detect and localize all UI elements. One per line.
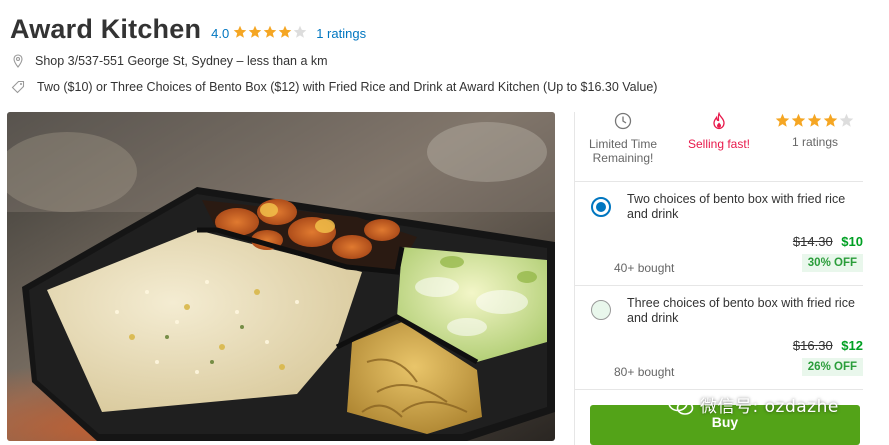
option-name: Two choices of bento box with fried rice… bbox=[627, 192, 846, 221]
bought-count: 80+ bought bbox=[614, 365, 675, 379]
merchant-title: Award Kitchen bbox=[10, 14, 202, 44]
sale-price: $12 bbox=[841, 338, 863, 353]
discount-badge: 26% OFF bbox=[801, 358, 863, 376]
bento-box-image bbox=[7, 112, 555, 441]
option-price: $14.30 $10 bbox=[793, 234, 863, 249]
deal-header: Award Kitchen 4.0 1 ratings bbox=[10, 14, 366, 45]
stat-rating: 1 ratings bbox=[767, 112, 863, 174]
divider bbox=[575, 389, 863, 390]
option-radio-selected[interactable] bbox=[591, 197, 611, 217]
deal-photo[interactable] bbox=[7, 112, 555, 441]
deal-option-three-choices[interactable]: Three choices of bento box with fried ri… bbox=[575, 289, 863, 391]
discount-badge: 30% OFF bbox=[801, 254, 863, 272]
star-icon bbox=[791, 113, 806, 127]
deal-option-two-choices[interactable]: Two choices of bento box with fried rice… bbox=[575, 185, 863, 287]
stat-limited-time: Limited Time Remaining! bbox=[575, 112, 671, 174]
star-icon bbox=[775, 113, 790, 127]
star-icon bbox=[248, 25, 262, 38]
location-text: Shop 3/537-551 George St, Sydney – less … bbox=[35, 54, 328, 68]
watermark: 微信号: ozdazhe bbox=[668, 392, 839, 417]
deal-stats: Limited Time Remaining! Selling fast! 1 … bbox=[575, 112, 863, 174]
stat-selling-fast: Selling fast! bbox=[671, 112, 767, 174]
sale-price: $10 bbox=[841, 234, 863, 249]
original-price: $16.30 bbox=[792, 338, 833, 353]
wechat-icon bbox=[668, 394, 694, 415]
star-empty-icon bbox=[293, 25, 307, 38]
original-price: $14.30 bbox=[792, 234, 833, 249]
clock-icon bbox=[614, 112, 632, 130]
price-tag-icon bbox=[11, 80, 25, 94]
stat-rating-stars bbox=[775, 112, 855, 128]
deal-description: Two ($10) or Three Choices of Bento Box … bbox=[37, 80, 658, 94]
deal-row: Two ($10) or Three Choices of Bento Box … bbox=[11, 80, 657, 94]
rating-stars bbox=[233, 25, 308, 39]
stat-rating-label: 1 ratings bbox=[791, 135, 839, 149]
divider bbox=[575, 181, 863, 182]
star-empty-icon bbox=[839, 113, 854, 127]
star-icon bbox=[233, 25, 247, 38]
star-icon bbox=[807, 113, 822, 127]
watermark-text: 微信号: ozdazhe bbox=[700, 397, 839, 417]
star-icon bbox=[263, 25, 277, 38]
map-pin-icon bbox=[13, 54, 23, 68]
option-name: Three choices of bento box with fried ri… bbox=[627, 296, 855, 325]
rating-value: 4.0 bbox=[211, 26, 230, 41]
star-icon bbox=[278, 25, 292, 38]
ratings-link[interactable]: 1 ratings bbox=[316, 26, 366, 41]
star-icon bbox=[823, 113, 838, 127]
flame-icon bbox=[713, 112, 725, 130]
stat-limited-label: Limited Time Remaining! bbox=[588, 137, 658, 165]
option-radio-unselected[interactable] bbox=[591, 300, 611, 320]
divider bbox=[575, 285, 863, 286]
option-price: $16.30 $12 bbox=[793, 338, 863, 353]
location-row: Shop 3/537-551 George St, Sydney – less … bbox=[11, 54, 328, 68]
stat-selling-label: Selling fast! bbox=[687, 137, 751, 151]
bought-count: 40+ bought bbox=[614, 261, 675, 275]
